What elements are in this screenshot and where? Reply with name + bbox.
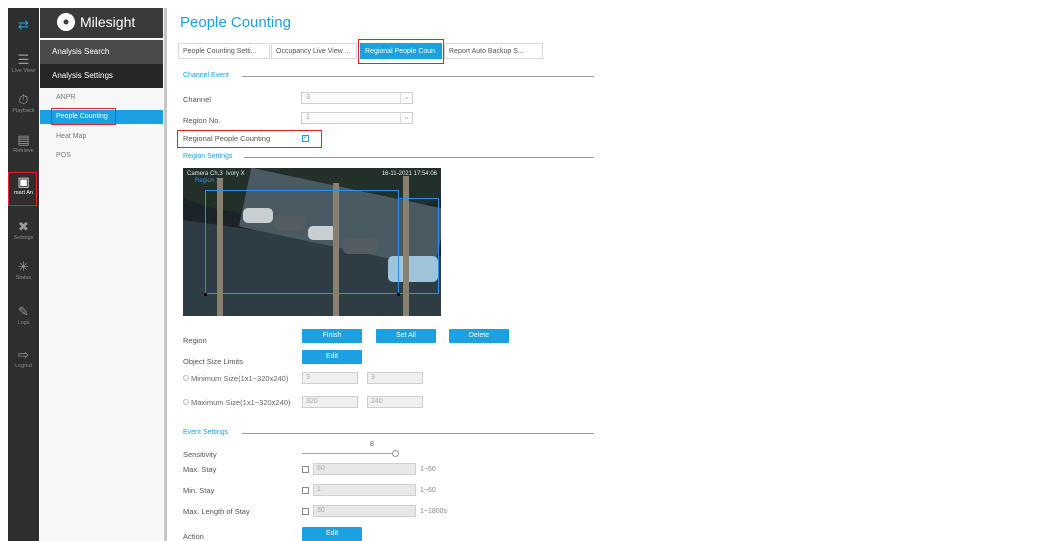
max-length-of-stay-input[interactable]: 30 — [313, 505, 416, 517]
logout-icon: ⇨ — [18, 347, 29, 362]
secondary-menu: Milesight Analysis Search Analysis Setti… — [40, 8, 163, 541]
rail-item-label: Logout — [15, 363, 32, 369]
rail-item-logs[interactable]: ✎ Logs — [8, 305, 39, 327]
rail-item-label: Logs — [17, 320, 30, 326]
max-length-of-stay-range: 1~1800s — [420, 508, 448, 515]
rail-item-label: Live View — [11, 68, 36, 74]
rail-item-label: Retrieve — [13, 148, 34, 154]
action-label: Action — [183, 532, 204, 541]
smart-analysis-highlight — [8, 172, 37, 206]
sensitivity-slider-handle[interactable] — [392, 450, 399, 457]
video-timestamp: 16-11-2021 17:54:06 — [381, 171, 437, 177]
min-stay-range: 1~60 — [420, 487, 436, 494]
rail-item-label: Settings — [13, 235, 34, 241]
rail-item-label: Status — [15, 275, 32, 281]
detection-region[interactable] — [205, 190, 399, 294]
max-length-of-stay-checkbox[interactable] — [302, 508, 309, 515]
section-divider — [242, 433, 594, 434]
people-counting-highlight — [51, 108, 116, 125]
minimum-width-input[interactable]: 3 — [302, 372, 358, 384]
region-handle[interactable] — [397, 293, 400, 296]
sensitivity-slider[interactable] — [302, 453, 398, 454]
video-stamp: Camera Ch.3 Ivory X — [187, 171, 245, 177]
camera-preview[interactable]: Camera Ch.3 Ivory X Region 1 16-11-2021 … — [183, 168, 441, 316]
tab-report-auto-backup[interactable]: Report Auto Backup S... — [444, 43, 543, 59]
delete-button[interactable]: Delete — [449, 329, 509, 343]
playback-icon: ⏱ — [18, 92, 29, 107]
brand-name: Milesight — [80, 14, 136, 30]
channel-value: 3 — [306, 94, 310, 101]
channel-select[interactable]: 3 ⌄ — [301, 92, 413, 104]
section-region-settings: Region Settings — [183, 153, 233, 160]
min-stay-label: Min. Stay — [183, 486, 215, 495]
logs-icon: ✎ — [18, 304, 29, 319]
regional-tab-highlight — [358, 39, 444, 64]
channel-label: Channel — [183, 95, 211, 104]
min-stay-input[interactable]: 1 — [313, 484, 416, 496]
rail-item-playback[interactable]: ⏱ Playback — [8, 93, 39, 115]
max-stay-label: Max. Stay — [183, 465, 217, 474]
section-channel-event: Channel Event — [183, 72, 229, 79]
chevron-down-icon: ⌄ — [400, 93, 412, 103]
region-no-value: 1 — [306, 114, 310, 121]
set-all-button[interactable]: Set All — [376, 329, 436, 343]
menu-item-anpr[interactable]: ANPR — [40, 91, 163, 105]
rail-item-status[interactable]: ✳ Status — [8, 260, 39, 282]
max-stay-input[interactable]: 60 — [313, 463, 416, 475]
rail-item-transfer[interactable]: ⇄ — [8, 18, 39, 32]
menu-analysis-settings[interactable]: Analysis Settings — [40, 64, 163, 88]
chevron-down-icon: ⌄ — [400, 113, 412, 123]
rail-item-logout[interactable]: ⇨ Logout — [8, 348, 39, 370]
finish-button[interactable]: Finish — [302, 329, 362, 343]
brand-header: Milesight — [40, 8, 163, 38]
tab-people-counting-settings[interactable]: People Counting Setti... — [178, 43, 270, 59]
sensitivity-value: 8 — [370, 441, 374, 448]
max-stay-range: 1~60 — [420, 466, 436, 473]
max-stay-checkbox[interactable] — [302, 466, 309, 473]
icon-rail: ⇄ ☰ Live View ⏱ Playback ▤ Retrieve ▣ ma… — [8, 8, 39, 541]
settings-icon: ✖ — [18, 219, 29, 234]
min-stay-checkbox[interactable] — [302, 487, 309, 494]
minimum-height-input[interactable]: 3 — [367, 372, 423, 384]
transfer-icon: ⇄ — [18, 17, 29, 32]
tab-occupancy-live-view[interactable]: Occupancy Live View ... — [271, 43, 357, 59]
max-length-of-stay-label: Max. Length of Stay — [183, 507, 250, 516]
maximum-width-input[interactable]: 320 — [302, 396, 358, 408]
menu-analysis-search[interactable]: Analysis Search — [40, 40, 163, 64]
menu-item-heat-map[interactable]: Heat Map — [40, 130, 163, 144]
maximum-size-label: Maximum Size(1x1~320x240) — [191, 398, 291, 407]
rail-item-label: Playback — [12, 108, 35, 114]
detection-region[interactable] — [399, 198, 439, 294]
object-size-limits-label: Object Size Limits — [183, 357, 244, 366]
rail-item-live-view[interactable]: ☰ Live View — [8, 53, 39, 75]
rail-item-retrieve[interactable]: ▤ Retrieve — [8, 133, 39, 155]
action-edit-button[interactable]: Edit — [302, 527, 362, 541]
sensitivity-label: Sensitivity — [183, 450, 217, 459]
video-region-label: Region 1 — [195, 178, 220, 184]
region-no-select[interactable]: 1 ⌄ — [301, 112, 413, 124]
maximum-size-radio[interactable] — [183, 399, 189, 405]
region-label: Region — [183, 336, 207, 345]
status-icon: ✳ — [18, 259, 29, 274]
rail-item-settings[interactable]: ✖ Settings — [8, 220, 39, 242]
region-no-label: Region No. — [183, 116, 221, 125]
maximum-height-input[interactable]: 240 — [367, 396, 423, 408]
section-divider — [244, 157, 594, 158]
minimum-size-label: Minimum Size(1x1~320x240) — [191, 374, 289, 383]
regional-counting-highlight — [177, 130, 322, 148]
minimum-size-radio[interactable] — [183, 375, 189, 381]
panel-divider — [164, 8, 167, 541]
section-event-settings: Event Settings — [183, 429, 229, 436]
region-handle[interactable] — [204, 293, 207, 296]
retrieve-icon: ▤ — [17, 132, 30, 147]
object-size-edit-button[interactable]: Edit — [302, 350, 362, 364]
section-divider — [242, 76, 594, 77]
milesight-logo-icon — [57, 13, 75, 31]
live-view-icon: ☰ — [17, 52, 30, 67]
page-title: People Counting — [180, 14, 291, 31]
menu-item-pos[interactable]: POS — [40, 149, 163, 163]
